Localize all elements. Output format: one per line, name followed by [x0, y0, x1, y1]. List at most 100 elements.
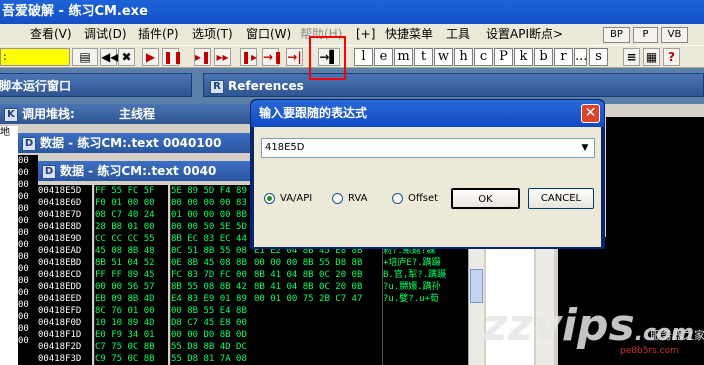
dialog-title-bar: 输入要跟随的表达式 — [251, 100, 604, 127]
hex-address: 00418F3D — [38, 354, 82, 364]
trace-over-icon[interactable]: →❚ — [262, 48, 283, 66]
rewind-icon[interactable]: ◀◀ — [100, 48, 119, 66]
radio-va-api[interactable]: VA/API — [264, 192, 312, 206]
watermark-main: zzvips — [482, 300, 635, 351]
open-icon[interactable]: ▤ — [72, 48, 98, 66]
references-icon: R — [210, 79, 224, 94]
log-window-button[interactable]: l — [354, 48, 373, 66]
hex-bytes-row: 8B 55 08 8B 42 — [171, 282, 247, 292]
radio-rva[interactable]: RVA — [332, 192, 367, 206]
menu-tools[interactable]: 工具 — [446, 24, 470, 45]
chevron-down-icon[interactable]: ▼ — [577, 140, 593, 156]
radio-offset-indicator[interactable] — [392, 192, 403, 204]
hex-bytes-row: FF FF 89 45 — [95, 270, 155, 280]
bp-button[interactable]: BP — [603, 27, 630, 43]
expression-input[interactable]: 418E5D ▼ — [261, 138, 595, 158]
memory-button[interactable]: m — [394, 48, 413, 66]
toolbar: : ▤ ◀◀ ✖ ▶ ❚❚ ▸❚ ▸▸ ❚▸ →❚ →| →▌ l e m t … — [0, 45, 704, 68]
references-button[interactable]: r — [554, 48, 573, 66]
callstack-thread: 主线程 — [119, 107, 156, 121]
list-icon[interactable]: ≡ — [623, 48, 640, 66]
execute-till-return-icon[interactable]: →| — [286, 48, 303, 66]
hex-bytes-row: 01 00 00 00 8B — [171, 210, 247, 220]
run-icon[interactable]: ▶ — [142, 48, 159, 66]
dump-front-title-text: 数据 - 练习CM:.text 0040 — [60, 164, 217, 178]
menu-plugins[interactable]: 插件(P) — [138, 24, 179, 45]
radio-offset[interactable]: Offset — [392, 192, 438, 206]
radio-offset-label: Offset — [408, 193, 439, 204]
run-trace-button[interactable]: ... — [574, 48, 587, 66]
hex-bytes-left: FF 55 FC 5F F0 01 00 00 08 C7 40 24 28 B8 0… — [94, 185, 168, 365]
hex-address: 00418EED — [38, 294, 82, 304]
hex-bytes-row: 0C 51 8B 55 08 — [171, 246, 247, 256]
pause-icon[interactable]: ❚❚ — [162, 48, 183, 66]
help-icon[interactable]: ? — [663, 48, 680, 66]
hex-address: 00418F1D — [38, 330, 82, 340]
hex-bytes-row: F0 01 00 00 — [95, 198, 155, 208]
hex-address: 00418EAD — [38, 246, 82, 256]
hex-bytes-row: 5E 89 5D F4 89 — [171, 186, 247, 196]
menu-fragment: ) — [0, 24, 1, 45]
cancel-button[interactable]: CANCEL — [528, 188, 594, 209]
hex-bytes-middle: 5E 89 5D F4 89 00 00 00 00 83 01 00 00 00 … — [170, 185, 254, 365]
menu-debug[interactable]: 调试(D) — [84, 24, 127, 45]
source-button[interactable]: s — [589, 48, 608, 66]
watermark-side2: pe8b5rs.com — [620, 346, 679, 356]
options-icon[interactable]: ▦ — [643, 48, 660, 66]
tab-script-window[interactable]: 脚本运行窗口 — [0, 73, 192, 97]
radio-rva-indicator[interactable] — [332, 192, 343, 204]
menu-bar: ) 查看(V) 调试(D) 插件(P) 选项(T) 窗口(W) 帮助(H) [+… — [0, 24, 704, 45]
watermark-side: 服务器之家 — [650, 329, 704, 342]
menu-options[interactable]: 选项(T) — [192, 24, 233, 45]
step-into-icon[interactable]: ▸❚ — [194, 48, 211, 66]
dialog-close-icon[interactable]: ✕ — [581, 104, 600, 123]
hex-bytes-row: 55 D8 8B 4D DC — [171, 342, 247, 352]
call-stack-title: K 调用堆栈: 主线程 — [0, 104, 250, 124]
hex-address: 00418ECD — [38, 270, 82, 280]
menu-api-breakpoints[interactable]: 设置API断点> — [486, 24, 563, 45]
command-field[interactable]: : — [0, 48, 70, 66]
cpu-button[interactable]: c — [474, 48, 493, 66]
close-icon[interactable]: ✖ — [118, 48, 135, 66]
dump-back-title-text: 数据 - 练习CM:.text 0040100 — [40, 136, 222, 150]
p-button[interactable]: P — [633, 27, 658, 43]
trace-into-icon[interactable]: ❚▸ — [240, 48, 257, 66]
menu-view[interactable]: 查看(V) — [30, 24, 72, 45]
step-over-icon[interactable]: ▸▸ — [214, 48, 231, 66]
menu-plus[interactable]: [+] — [356, 24, 375, 45]
hex-bytes-row: 8B 41 04 8B 0C 20 0B — [254, 282, 363, 292]
highlight-box — [309, 36, 346, 80]
hex-bytes-row: 10 10 89 4D — [95, 318, 155, 328]
breakpoints-button[interactable]: b — [534, 48, 553, 66]
patches-button[interactable]: P — [494, 48, 513, 66]
dump-icon: D — [42, 164, 56, 179]
hex-bytes-row: 00 01 00 75 2B C7 47 — [254, 294, 363, 304]
hex-ascii-row: B.官,犁?.蹒蹑 — [383, 270, 447, 280]
hex-address-column: 00418E5D 00418E6D 00418E7D 00418E8D 00418E9D… — [38, 185, 92, 365]
hex-bytes-row: 00 00 00 00 83 — [171, 198, 247, 208]
hex-bytes-row: 00 00 56 57 — [95, 282, 155, 292]
threads-button[interactable]: t — [414, 48, 433, 66]
menu-quick[interactable]: 快捷菜单 — [385, 24, 433, 45]
window-title: 吾爱破解 - 练习CM.exe — [2, 4, 148, 19]
windows-button[interactable]: w — [434, 48, 453, 66]
vb-button[interactable]: VB — [661, 27, 688, 43]
call-stack-button[interactable]: k — [514, 48, 533, 66]
hex-ascii-row: ?u.嬲嬛.蹒孙 — [383, 282, 441, 292]
handles-button[interactable]: h — [454, 48, 473, 66]
hex-address: 00418F2D — [38, 342, 82, 352]
radio-va-api-indicator[interactable] — [264, 192, 275, 204]
hex-bytes-row: CC CC CC 55 — [95, 234, 155, 244]
hex-bytes-row: 0E 8B 45 08 8B — [171, 258, 247, 268]
dump-back-address-strip: 00 00 00 00 00 00 00 00 00 00 00 00 00 0… — [18, 155, 38, 365]
modules-button[interactable]: e — [374, 48, 393, 66]
window-title-bar: 吾爱破解 - 练习CM.exe — [0, 0, 704, 24]
hex-address: 00418F0D — [38, 318, 82, 328]
tab-references[interactable]: R References — [203, 73, 704, 97]
ok-button[interactable]: OK — [451, 188, 520, 209]
hex-ascii-row: +培庐E?.蹒蹑 — [383, 258, 441, 268]
hex-bytes-row: E4 83 E9 01 89 — [171, 294, 247, 304]
tab-references-label: References — [228, 79, 304, 93]
dump-scrollbar-thumb[interactable] — [470, 269, 483, 303]
menu-window[interactable]: 窗口(W) — [246, 24, 291, 45]
